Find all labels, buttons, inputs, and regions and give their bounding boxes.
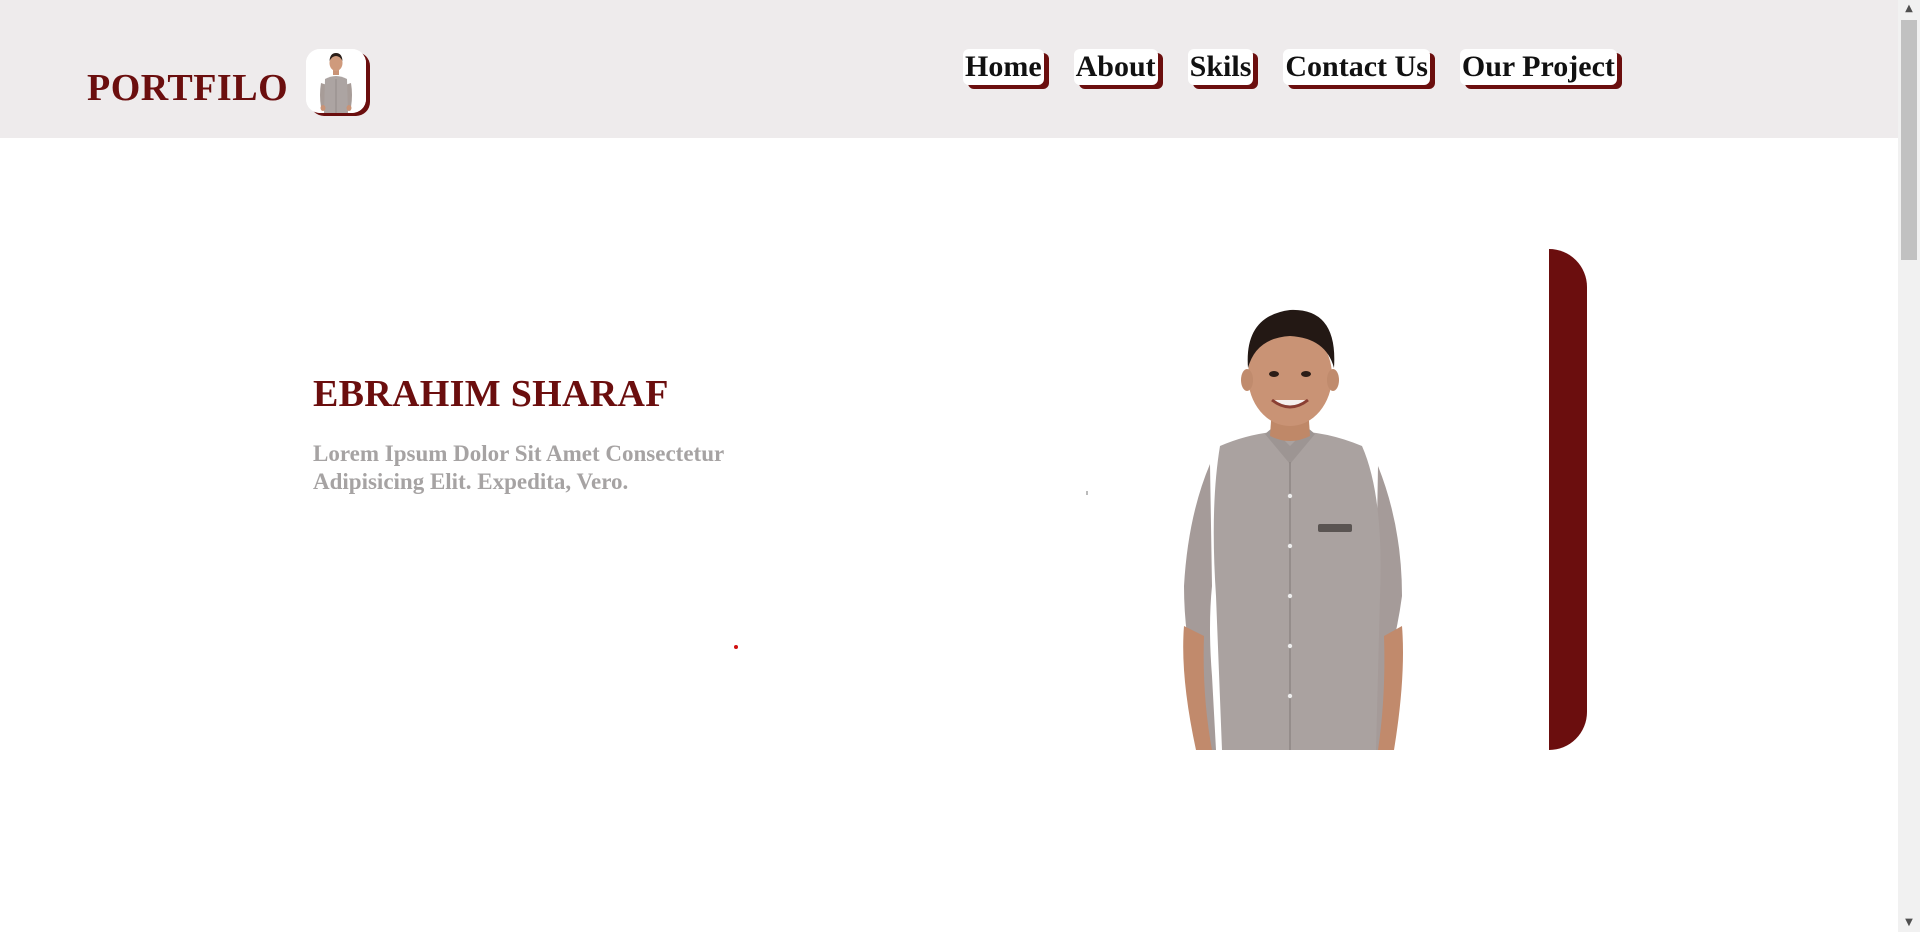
hero-name: EBRAHIM SHARAF (313, 373, 669, 415)
nav-projects-link[interactable]: Our Project (1459, 49, 1617, 85)
hero-person-photo (1183, 309, 1403, 750)
nav-skills-link[interactable]: Skils (1187, 49, 1254, 85)
decorative-mark (1086, 491, 1088, 495)
accent-bar (1549, 249, 1587, 750)
scroll-down-arrow-icon[interactable]: ▼ (1898, 914, 1920, 932)
main-nav: Home About Skils Contact Us Our Project (963, 49, 1617, 85)
hero-description: Lorem Ipsum Dolor Sit Amet Consectetur A… (313, 441, 724, 494)
scrollbar-thumb[interactable] (1901, 20, 1917, 260)
site-header: PORTFILO Home About Skils Contact Us Our… (0, 0, 1898, 138)
decorative-dot (734, 645, 738, 649)
scroll-up-arrow-icon[interactable]: ▲ (1898, 0, 1920, 18)
avatar-person-image (306, 49, 366, 113)
nav-home-link[interactable]: Home (963, 49, 1044, 85)
page-viewport: PORTFILO Home About Skils Contact Us Our… (0, 0, 1898, 932)
brand-title[interactable]: PORTFILO (87, 66, 288, 110)
vertical-scrollbar[interactable]: ▲ ▼ (1898, 0, 1920, 932)
brand-avatar[interactable] (306, 49, 366, 113)
nav-about-link[interactable]: About (1073, 49, 1158, 85)
nav-contact-link[interactable]: Contact Us (1283, 49, 1430, 85)
